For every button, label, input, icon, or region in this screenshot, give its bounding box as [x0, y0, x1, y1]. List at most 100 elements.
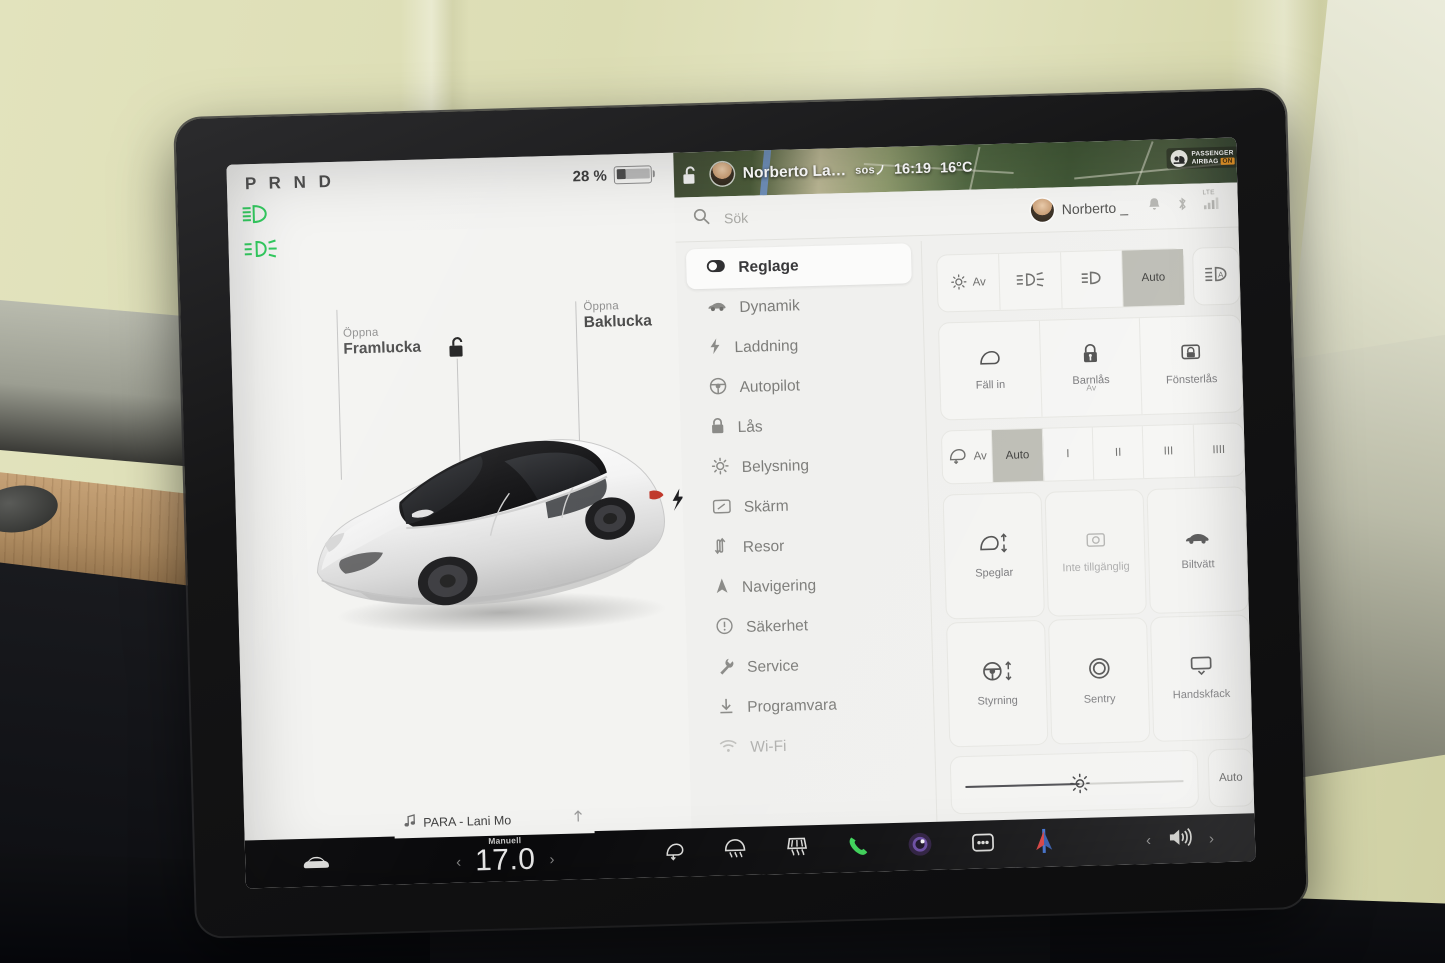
- airbag-state-badge: ON: [1220, 157, 1235, 165]
- lights-option-low-beam[interactable]: [1060, 250, 1124, 309]
- brightness-auto-button[interactable]: Auto: [1207, 748, 1255, 808]
- volume-down-button[interactable]: ‹: [1146, 832, 1151, 849]
- lock-options-group: Fäll in Barnlås Av Fönsterlås: [937, 314, 1244, 421]
- sidebar-item-belysning[interactable]: Belysning: [691, 443, 917, 489]
- wiper-option-2[interactable]: II: [1092, 426, 1145, 480]
- brightness-slider[interactable]: [949, 749, 1200, 815]
- chevron-up-icon[interactable]: [572, 809, 584, 827]
- music-note-icon: [404, 814, 416, 832]
- settings-sidebar: Reglage Dynamik Laddning Autopilot Lås B…: [676, 235, 938, 884]
- bell-icon[interactable]: [1148, 197, 1162, 217]
- sidebar-item-dynamik[interactable]: Dynamik: [687, 283, 913, 329]
- sidebar-item-label: Laddning: [734, 337, 799, 357]
- wiper-option-off[interactable]: Av: [941, 430, 994, 484]
- sidebar-item-las[interactable]: Lås: [690, 403, 916, 449]
- sentry-mode-icon: [1087, 656, 1112, 686]
- sidebar-item-label: Service: [746, 657, 800, 676]
- sidebar-item-resor[interactable]: Resor: [693, 523, 919, 569]
- download-icon: [718, 697, 735, 719]
- sidebar-item-label: Reglage: [738, 257, 799, 276]
- camera-app-icon[interactable]: [907, 830, 934, 862]
- climate-control-driver[interactable]: Manuell ‹ 17.0 ›: [400, 833, 611, 881]
- lights-segmented-control[interactable]: Av Auto: [936, 247, 1186, 313]
- sun-brightness-icon: [711, 457, 729, 479]
- sidebar-item-programvara[interactable]: Programvara: [698, 683, 924, 729]
- sidebar-item-autopilot[interactable]: Autopilot: [689, 363, 915, 409]
- temp-decrease-button[interactable]: ‹: [456, 853, 461, 870]
- bluetooth-icon[interactable]: [1177, 195, 1189, 216]
- tile-mirrors[interactable]: Speglar: [942, 491, 1045, 620]
- navigation-app-icon[interactable]: [1032, 827, 1057, 859]
- sidebar-item-label: Belysning: [741, 457, 810, 476]
- auto-high-beam-button[interactable]: A: [1191, 246, 1241, 306]
- sidebar-item-navigering[interactable]: Navigering: [695, 563, 921, 609]
- temp-increase-button[interactable]: ›: [549, 851, 554, 868]
- front-defrost-icon[interactable]: [723, 838, 748, 865]
- battery-indicator[interactable]: 28 %: [572, 165, 653, 185]
- sidebar-item-skarm[interactable]: Skärm: [692, 483, 918, 529]
- profile-avatar[interactable]: [1030, 197, 1055, 222]
- lights-option-fog[interactable]: [998, 252, 1063, 310]
- brightness-sun-icon[interactable]: [1069, 773, 1091, 800]
- wiper-option-auto[interactable]: Auto: [992, 428, 1044, 483]
- phone-icon[interactable]: [846, 833, 871, 863]
- car-front-icon[interactable]: [301, 852, 332, 876]
- wiper-option-4[interactable]: IIII: [1193, 423, 1244, 476]
- reglage-controls: Av Auto A Fäll in Barnlås Av Fönsterlås …: [928, 226, 1256, 869]
- tile-steering[interactable]: Styrning: [946, 619, 1049, 748]
- app-dock: [650, 818, 1071, 877]
- controls-panel: Norberto La… sos 16:19 16°C PASSENGER AI…: [673, 137, 1256, 877]
- steering-wheel-icon: [709, 377, 727, 399]
- tile-label: Inte tillgänglig: [1062, 560, 1130, 575]
- tile-glovebox[interactable]: Handskfack: [1149, 614, 1253, 742]
- fold-mirror-icon: [977, 348, 1002, 369]
- trunk-callout[interactable]: Öppna Baklucka: [583, 299, 652, 332]
- sos-button[interactable]: sos: [855, 163, 885, 176]
- volume-control[interactable]: ‹ ›: [1124, 814, 1235, 865]
- sidebar-item-sakerhet[interactable]: Säkerhet: [696, 603, 922, 649]
- sidebar-item-reglage[interactable]: Reglage: [685, 243, 912, 290]
- tesla-touchscreen[interactable]: P R N D 28 % Öppna Framlucka Öppna Baklu…: [226, 137, 1256, 889]
- wiper-option-3[interactable]: III: [1143, 424, 1195, 479]
- volume-up-button[interactable]: ›: [1209, 830, 1214, 847]
- vehicle-render-model3[interactable]: [291, 402, 697, 643]
- driver-name-label[interactable]: Norberto La…: [743, 162, 847, 183]
- speaker-volume-icon[interactable]: [1167, 825, 1194, 853]
- unlocked-padlock-icon[interactable]: [447, 335, 468, 365]
- driver-avatar[interactable]: [710, 162, 735, 186]
- wiper-option-1[interactable]: I: [1042, 427, 1095, 481]
- wiper-segmented-control[interactable]: Av Auto I II III IIII: [940, 422, 1246, 485]
- tile-label: Biltvätt: [1181, 557, 1215, 571]
- tile-label: Sentry: [1083, 692, 1116, 706]
- steering-adjust-icon: [980, 659, 1015, 687]
- clock-label: 16:19: [893, 160, 932, 178]
- frunk-callout[interactable]: Öppna Framlucka: [343, 326, 421, 359]
- sidebar-item-wifi[interactable]: Wi-Fi: [699, 723, 925, 769]
- tile-sentry[interactable]: Sentry: [1047, 617, 1151, 745]
- rear-wiper-icon[interactable]: [664, 840, 687, 866]
- profile-chip[interactable]: Norberto _: [1030, 196, 1128, 222]
- profile-name-label: Norberto _: [1061, 199, 1129, 218]
- trips-arrows-icon: [714, 537, 731, 559]
- more-apps-icon[interactable]: [970, 832, 995, 858]
- rear-defrost-icon[interactable]: [784, 836, 809, 863]
- unlock-icon[interactable]: [682, 164, 703, 185]
- driver-info-panel: P R N D 28 % Öppna Framlucka Öppna Baklu…: [226, 152, 693, 889]
- exclamation-circle-icon: [716, 617, 734, 639]
- tile-window-lock[interactable]: Fönsterlås: [1140, 315, 1242, 414]
- sidebar-item-label: Navigering: [741, 576, 817, 596]
- lte-signal-icon[interactable]: LTE: [1202, 189, 1220, 214]
- tile-child-lock[interactable]: Barnlås Av: [1039, 318, 1143, 417]
- sidebar-item-label: Resor: [742, 537, 785, 556]
- lights-option-auto[interactable]: Auto: [1122, 248, 1185, 307]
- svg-text:A: A: [1217, 270, 1223, 279]
- lights-option-off[interactable]: Av: [937, 253, 1001, 312]
- tile-fold-mirrors[interactable]: Fäll in: [938, 320, 1043, 420]
- padlock-icon: [710, 417, 725, 439]
- sidebar-item-service[interactable]: Service: [697, 643, 923, 689]
- front-fog-light-indicator-icon: [242, 239, 278, 258]
- wiper-option-label: I: [1066, 448, 1070, 461]
- search-input[interactable]: Sök: [724, 210, 749, 227]
- sidebar-item-laddning[interactable]: Laddning: [688, 323, 914, 369]
- tile-car-wash[interactable]: Biltvätt: [1146, 486, 1249, 614]
